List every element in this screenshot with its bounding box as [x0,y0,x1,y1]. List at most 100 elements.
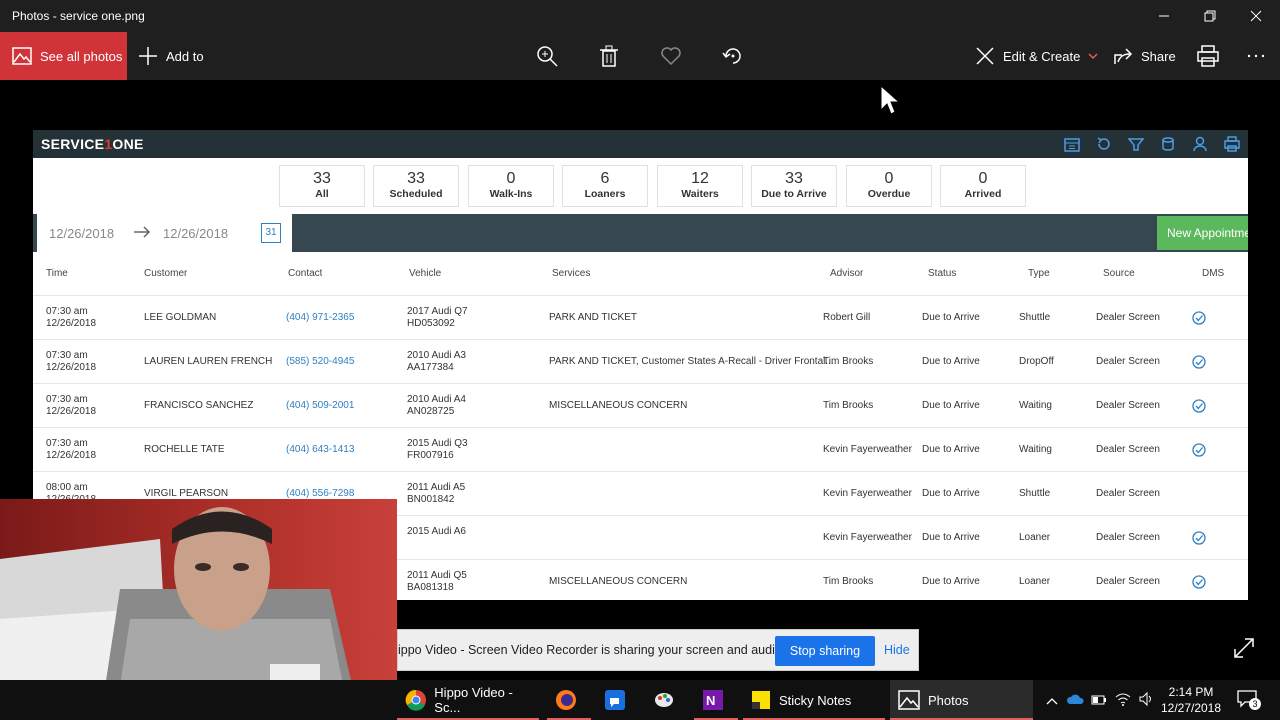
taskbar-chrome[interactable]: Hippo Video - Sc... [397,680,539,720]
photos-toolbar: See all photos Add to Edit & Create Shar… [0,32,1280,80]
restore-icon [1204,10,1216,22]
col-customer[interactable]: Customer [144,268,187,279]
cell-services: PARK AND TICKET [549,312,637,323]
minimize-button[interactable] [1141,0,1187,32]
date-range-picker[interactable]: 12/26/2018 12/26/2018 31 [37,214,292,252]
col-source[interactable]: Source [1103,268,1135,279]
cell-date: 12/26/2018 [46,318,97,329]
restore-button[interactable] [1187,0,1233,32]
taskbar-photos[interactable]: Photos [890,680,1033,720]
user-button[interactable] [1184,130,1216,158]
clock-time: 2:14 PM [1168,685,1214,699]
onenote-icon: N [703,690,723,710]
heart-icon [661,47,681,66]
taskbar-paint[interactable] [645,680,689,720]
calendar-picker-icon[interactable]: 31 [261,223,281,243]
stat-label: Due to Arrive [761,188,827,200]
print-app-button[interactable] [1216,130,1248,158]
cell-vin: AN028725 [407,406,455,417]
close-button[interactable] [1233,0,1279,32]
edit-create-label: Edit & Create [1003,48,1081,64]
taskbar-messenger[interactable] [596,680,640,720]
cloud-icon [1066,694,1084,704]
see-all-photos-button[interactable]: See all photos [0,32,127,80]
stat-scheduled[interactable]: 33 Scheduled [373,165,459,207]
onedrive-tray[interactable] [1063,693,1087,708]
database-icon [1162,137,1174,151]
add-to-button[interactable]: Add to [138,32,204,80]
share-button[interactable]: Share [1113,32,1176,80]
taskbar-sticky-notes[interactable]: Sticky Notes [743,680,885,720]
screen-sharing-bar: ippo Video - Screen Video Recorder is sh… [397,629,919,671]
stop-sharing-button[interactable]: Stop sharing [775,636,875,666]
stat-label: Loaners [584,188,626,200]
delete-button[interactable] [598,32,620,80]
table-row[interactable]: 07:30 am 12/26/2018 FRANCISCO SANCHEZ (404)… [33,384,1248,428]
stat-number: 33 [313,170,331,187]
cell-source: Dealer Screen [1096,444,1160,455]
photos-label: Photos [928,692,969,708]
calendar-button[interactable] [1056,130,1088,158]
col-contact[interactable]: Contact [288,268,322,279]
system-clock[interactable]: 2:14 PM 12/27/2018 [1155,684,1227,716]
header-icons [1056,130,1248,158]
col-vehicle[interactable]: Vehicle [409,268,441,279]
filter-button[interactable] [1120,130,1152,158]
action-center-button[interactable]: 3 [1237,690,1261,710]
col-time[interactable]: Time [46,268,68,279]
taskbar-firefox[interactable] [547,680,591,720]
stat-waiters[interactable]: 12 Waiters [657,165,743,207]
edit-create-button[interactable]: Edit & Create [975,32,1098,80]
stat-label: Walk-Ins [489,188,533,200]
wifi-tray[interactable] [1111,692,1135,709]
more-button[interactable] [1247,32,1265,80]
refresh-button[interactable] [1088,130,1120,158]
col-dms[interactable]: DMS [1202,268,1224,279]
stat-overdue[interactable]: 0 Overdue [846,165,932,207]
cell-customer: FRANCISCO SANCHEZ [144,400,254,411]
hide-button[interactable]: Hide [884,643,910,657]
col-status[interactable]: Status [928,268,956,279]
sticky-notes-icon [752,691,770,709]
cell-customer: ROCHELLE TATE [144,444,225,455]
stat-arrived[interactable]: 0 Arrived [940,165,1026,207]
col-advisor[interactable]: Advisor [830,268,863,279]
expand-icon[interactable] [1232,636,1256,660]
dms-check-icon [1192,575,1206,589]
cell-contact[interactable]: (404) 643-1413 [286,444,354,455]
stat-walk-ins[interactable]: 0 Walk-Ins [468,165,554,207]
cell-services: PARK AND TICKET, Customer States A-Recal… [549,356,834,367]
database-button[interactable] [1152,130,1184,158]
date-to[interactable]: 12/26/2018 [163,226,228,241]
cell-status: Due to Arrive [922,400,980,411]
cell-time: 08:00 am [46,482,88,493]
date-from[interactable]: 12/26/2018 [49,226,114,241]
print-icon [1197,45,1219,67]
messenger-icon [605,690,625,710]
favorite-button[interactable] [660,32,682,80]
battery-tray[interactable] [1087,693,1111,708]
stat-due-to-arrive[interactable]: 33 Due to Arrive [751,165,837,207]
new-appointment-button[interactable]: New Appointme [1157,216,1248,250]
cell-contact[interactable]: (404) 509-2001 [286,400,354,411]
col-services[interactable]: Services [552,268,590,279]
table-row[interactable]: 07:30 am 12/26/2018 LAUREN LAUREN FRENCH (5… [33,340,1248,384]
stat-label: All [315,188,329,200]
calendar-icon [1064,138,1080,152]
zoom-button[interactable] [536,32,558,80]
cell-contact[interactable]: (404) 556-7298 [286,488,354,499]
cell-vehicle: 2015 Audi Q3 [407,438,468,449]
table-row[interactable]: 07:30 am 12/26/2018 ROCHELLE TATE (404) 643… [33,428,1248,472]
print-button[interactable] [1197,32,1219,80]
table-row[interactable]: 07:30 am 12/26/2018 LEE GOLDMAN (404) 971-2… [33,296,1248,340]
stat-label: Overdue [867,188,911,200]
rotate-button[interactable] [722,32,744,80]
taskbar-onenote[interactable]: N [694,680,738,720]
stat-loaners[interactable]: 6 Loaners [562,165,648,207]
stat-all[interactable]: 33 All [279,165,365,207]
show-hidden-icons[interactable] [1041,693,1063,708]
cell-contact[interactable]: (585) 520-4945 [286,356,354,367]
col-type[interactable]: Type [1028,268,1050,279]
cell-contact[interactable]: (404) 971-2365 [286,312,354,323]
minimize-icon [1159,15,1169,17]
